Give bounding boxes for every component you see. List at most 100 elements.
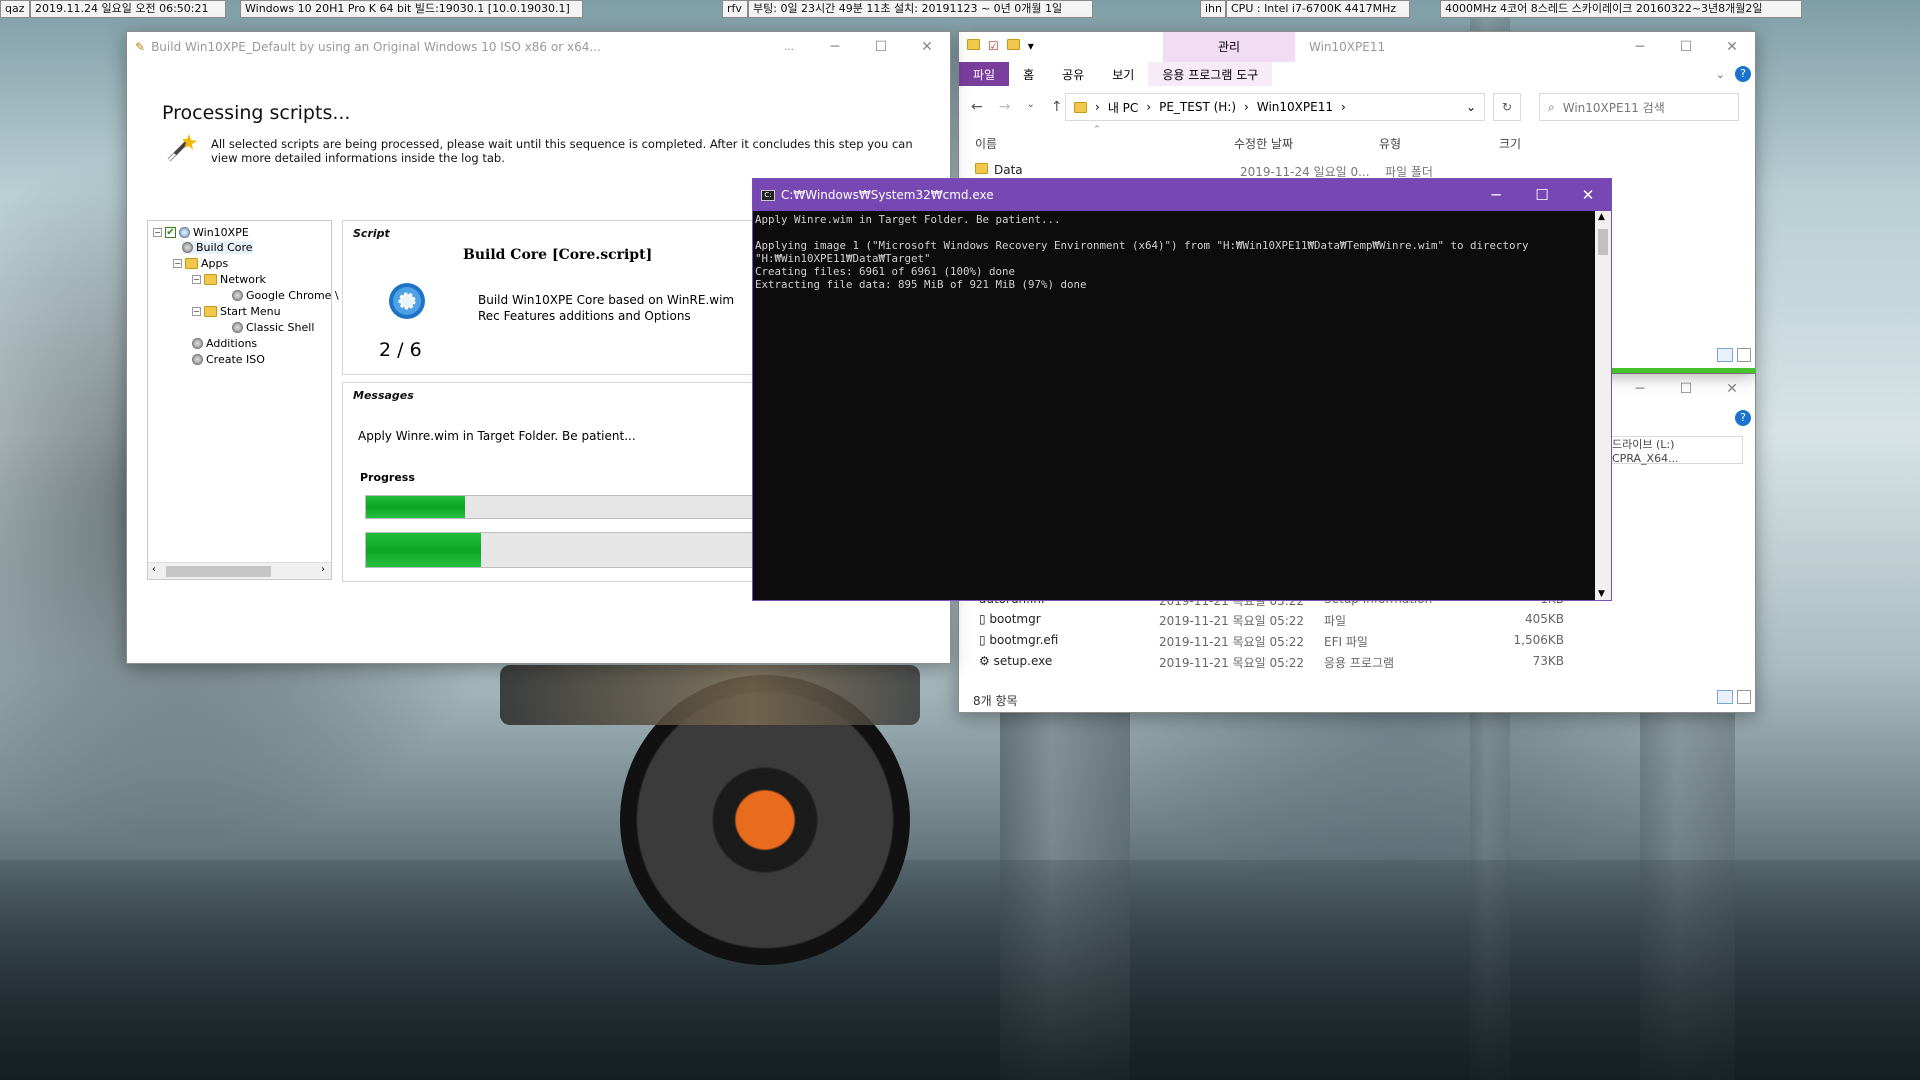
- search-box[interactable]: ⌕ Win10XPE11 검색: [1539, 93, 1739, 121]
- address-dropdown-icon[interactable]: ⌄: [1466, 100, 1476, 114]
- window-title: Build Win10XPE_Default by using an Origi…: [151, 40, 601, 54]
- view-details-icon[interactable]: [1717, 690, 1733, 704]
- column-name[interactable]: 이름: [975, 135, 997, 152]
- progress-bar-overall: [365, 495, 763, 519]
- scroll-down-icon[interactable]: ▼: [1598, 589, 1605, 599]
- view-details-icon[interactable]: [1717, 348, 1733, 362]
- page-heading: Processing scripts...: [162, 102, 351, 124]
- folder-icon: [185, 258, 198, 269]
- tree-item-start-menu[interactable]: − Start Menu: [192, 305, 281, 318]
- status-message: Apply Winre.wim in Target Folder. Be pat…: [358, 429, 636, 443]
- sort-arrow-icon: ⌃: [1093, 125, 1101, 135]
- tree-scrollbar[interactable]: ‹ ›: [148, 562, 331, 579]
- refresh-icon[interactable]: ↻: [1493, 93, 1521, 121]
- tree-item-apps[interactable]: − Apps: [173, 257, 228, 270]
- collapse-icon[interactable]: −: [153, 228, 162, 237]
- scrollbar-thumb[interactable]: [166, 566, 271, 577]
- console-scrollbar[interactable]: ▲ ▼: [1595, 211, 1611, 600]
- address-bar[interactable]: › 내 PC › PE_TEST (H:) › Win10XPE11 › ⌄: [1065, 93, 1485, 121]
- file-type: 응용 프로그램: [1324, 656, 1395, 670]
- console-line: Extracting file data: 895 MiB of 921 MiB…: [755, 278, 1087, 291]
- close-button[interactable]: ✕: [1565, 180, 1611, 210]
- cmd-window: C: C:₩Windows₩System32₩cmd.exe ─ ☐ ✕ App…: [752, 178, 1612, 601]
- console-line: Applying image 1 ("Microsoft Windows Rec…: [755, 239, 1529, 252]
- breadcrumb-item[interactable]: 내 PC: [1108, 99, 1138, 116]
- search-placeholder: Win10XPE11 검색: [1562, 100, 1665, 115]
- scroll-left-icon[interactable]: ‹: [152, 564, 156, 575]
- tab-home[interactable]: 홈: [1009, 62, 1048, 86]
- minimize-button[interactable]: ─: [1473, 180, 1519, 210]
- view-tiles-icon[interactable]: [1737, 348, 1751, 362]
- info-cpu-detail: 4000MHz 4코어 8스레드 스카이레이크 20160322~3년8개월2일: [1440, 0, 1802, 18]
- tree-item-build-core[interactable]: Build Core: [182, 241, 253, 254]
- tab-file[interactable]: 파일: [959, 62, 1010, 86]
- console-line: Apply Winre.wim in Target Folder. Be pat…: [755, 213, 1061, 226]
- tree-item-network[interactable]: − Network: [192, 273, 266, 286]
- tab-view[interactable]: 보기: [1098, 62, 1148, 86]
- minimize-button[interactable]: ─: [1617, 32, 1663, 62]
- titlebar: ✎ Build Win10XPE_Default by using an Ori…: [127, 32, 950, 62]
- scrollbar-thumb[interactable]: [1598, 229, 1608, 255]
- maximize-button[interactable]: ☐: [1663, 374, 1709, 404]
- file-row[interactable]: ▯ bootmgr 2019-11-21 목요일 05:22 파일 405KB: [979, 612, 1564, 629]
- file-type: EFI 파일: [1324, 635, 1368, 649]
- tab-app-tools[interactable]: 응용 프로그램 도구: [1148, 62, 1273, 86]
- help-icon[interactable]: ?: [1735, 410, 1751, 426]
- forward-icon[interactable]: →: [999, 99, 1011, 115]
- wallpaper-floor: [0, 860, 1920, 1080]
- checkbox-icon[interactable]: ✔: [165, 227, 176, 238]
- script-icon: [232, 322, 243, 333]
- back-icon[interactable]: ←: [971, 99, 983, 115]
- messages-panel: Messages Apply Winre.wim in Target Folde…: [342, 382, 763, 582]
- collapse-icon[interactable]: −: [192, 275, 201, 284]
- info-cpu: CPU : Intel i7-6700K 4417MHz: [1226, 0, 1410, 18]
- maximize-button[interactable]: ☐: [858, 32, 904, 62]
- breadcrumb-item[interactable]: Win10XPE11: [1257, 100, 1333, 114]
- scroll-right-icon[interactable]: ›: [321, 564, 325, 575]
- column-type[interactable]: 유형: [1379, 135, 1401, 152]
- context-tab-manage[interactable]: 관리: [1163, 32, 1295, 62]
- properties-icon[interactable]: ☑: [988, 39, 999, 53]
- more-button[interactable]: …: [766, 32, 812, 62]
- console-output[interactable]: Apply Winre.wim in Target Folder. Be pat…: [755, 213, 1593, 600]
- tree-item-additions[interactable]: Additions: [192, 337, 257, 350]
- view-tiles-icon[interactable]: [1737, 690, 1751, 704]
- tree-item-classic-shell[interactable]: Classic Shell: [232, 321, 314, 334]
- file-row[interactable]: ⚙ setup.exe 2019-11-21 목요일 05:22 응용 프로그램 73…: [979, 654, 1564, 671]
- file-date: 2019-11-21 목요일 05:22: [1159, 614, 1305, 628]
- tree-item-google-chrome[interactable]: Google Chrome \: [232, 289, 339, 302]
- close-button[interactable]: ✕: [904, 32, 950, 62]
- breadcrumb-item[interactable]: PE_TEST (H:): [1159, 100, 1236, 114]
- maximize-button[interactable]: ☐: [1519, 180, 1565, 210]
- address-bar[interactable]: 드라이브 (L:) CPRA_X64...: [1603, 436, 1743, 465]
- customize-qat-icon[interactable]: ▾: [1028, 39, 1034, 53]
- up-icon[interactable]: ↑: [1051, 99, 1063, 115]
- collapse-icon[interactable]: −: [192, 307, 201, 316]
- close-button[interactable]: ✕: [1709, 374, 1755, 404]
- maximize-button[interactable]: ☐: [1663, 32, 1709, 62]
- folder-icon: [975, 163, 988, 174]
- script-counter: 2 / 6: [379, 339, 422, 361]
- progress-bar-current: [365, 532, 763, 568]
- folder-icon: [1074, 101, 1087, 113]
- new-folder-icon[interactable]: [1006, 39, 1020, 50]
- collapse-icon[interactable]: −: [173, 259, 182, 268]
- file-row[interactable]: ▯ bootmgr.efi 2019-11-21 목요일 05:22 EFI 파일 1…: [979, 633, 1564, 650]
- recent-icon[interactable]: ⌄: [1026, 99, 1034, 115]
- ribbon-expand-icon[interactable]: ⌄: [1716, 68, 1725, 81]
- scroll-up-icon[interactable]: ▲: [1598, 212, 1605, 222]
- titlebar: C: C:₩Windows₩System32₩cmd.exe ─ ☐ ✕: [753, 179, 1611, 211]
- column-size[interactable]: 크기: [1499, 135, 1521, 152]
- help-icon[interactable]: ?: [1735, 66, 1751, 82]
- minimize-button[interactable]: ─: [1617, 374, 1663, 404]
- close-button[interactable]: ✕: [1709, 32, 1755, 62]
- tab-share[interactable]: 공유: [1048, 62, 1098, 86]
- progress-fill: [366, 533, 481, 567]
- minimize-button[interactable]: ─: [812, 32, 858, 62]
- motorcycle-body: [500, 665, 920, 725]
- status-item-count: 8개 항목: [973, 694, 1018, 708]
- tree-item-create-iso[interactable]: Create ISO: [192, 353, 265, 366]
- file-name: ⚙ setup.exe: [979, 654, 1053, 668]
- tree-item-root[interactable]: − ✔ Win10XPE: [153, 226, 249, 239]
- column-date[interactable]: 수정한 날짜: [1234, 135, 1293, 152]
